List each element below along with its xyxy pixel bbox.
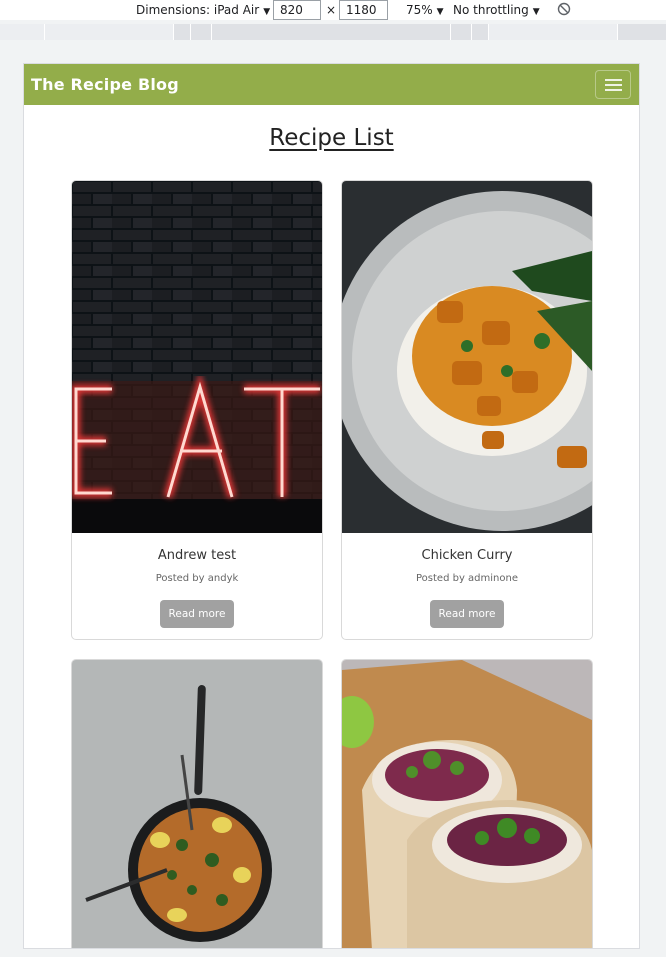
recipe-title: Andrew test xyxy=(157,548,237,563)
caret-down-icon: ▼ xyxy=(436,7,444,17)
throttling-select[interactable]: No throttling ▼ xyxy=(453,3,540,19)
page-title: Recipe List xyxy=(269,125,394,151)
recipe-card xyxy=(341,659,593,948)
width-input[interactable] xyxy=(273,0,321,20)
recipe-image[interactable] xyxy=(342,181,592,533)
media-query-ruler xyxy=(0,24,666,40)
caret-down-icon: ▼ xyxy=(263,7,271,17)
zoom-select[interactable]: 75% ▼ xyxy=(406,3,444,19)
devtools-toolbar: Dimensions: iPad Air▼ × 75%▼ No throttli… xyxy=(0,0,666,20)
throttling-label: No throttling xyxy=(453,3,529,17)
recipe-image[interactable] xyxy=(72,660,322,948)
navbar-toggler-button[interactable] xyxy=(595,70,631,99)
hamburger-icon xyxy=(605,84,622,86)
recipe-card: Andrew test Posted by andyk Read more xyxy=(71,180,323,640)
caret-down-icon: ▼ xyxy=(532,7,540,17)
recipe-title: Chicken Curry xyxy=(421,548,513,563)
hamburger-icon xyxy=(605,89,622,91)
device-viewport: The Recipe Blog Recipe List Andrew test … xyxy=(23,63,640,949)
recipe-image[interactable] xyxy=(342,660,592,948)
rotate-icon[interactable] xyxy=(557,2,571,16)
height-input[interactable] xyxy=(339,0,388,20)
read-more-button[interactable]: Read more xyxy=(160,600,234,628)
read-more-button[interactable]: Read more xyxy=(430,600,504,628)
recipe-card xyxy=(71,659,323,948)
zoom-label: 75% xyxy=(406,3,433,17)
recipe-card: Chicken Curry Posted by adminone Read mo… xyxy=(341,180,593,640)
device-label: Dimensions: iPad Air xyxy=(136,3,260,17)
hamburger-icon xyxy=(605,79,622,81)
recipe-image[interactable] xyxy=(72,181,322,533)
times-symbol: × xyxy=(326,3,337,17)
brand-link[interactable]: The Recipe Blog xyxy=(31,75,179,94)
recipe-author: Posted by adminone xyxy=(416,573,518,584)
navbar: The Recipe Blog xyxy=(24,64,639,105)
recipe-author: Posted by andyk xyxy=(155,573,239,584)
device-select[interactable]: Dimensions: iPad Air ▼ xyxy=(136,3,270,19)
